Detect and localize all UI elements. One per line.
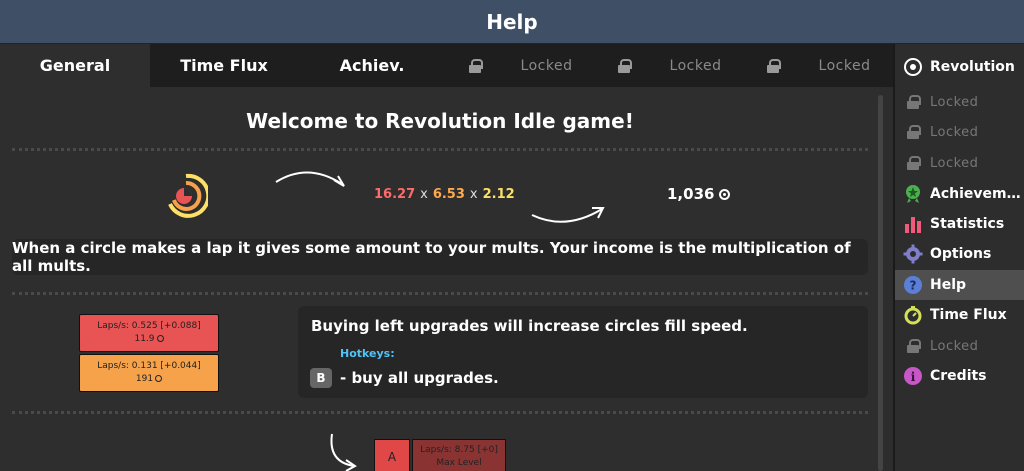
hotkey-description: - buy all upgrades. xyxy=(340,369,499,387)
upgrade-laps: Laps/s: 0.525 [+0.088] xyxy=(97,321,201,331)
sidebar-item-options[interactable]: Options xyxy=(895,239,1024,269)
help-content[interactable]: Welcome to Revolution Idle game! 16.27 x 6… xyxy=(0,87,880,471)
mult-red: 16.27 xyxy=(374,187,416,202)
lock-icon xyxy=(903,336,923,356)
tab-label: Achiev. xyxy=(339,56,405,75)
sidebar-item-help[interactable]: ? Help xyxy=(895,270,1024,300)
mult-separator: x xyxy=(469,187,478,202)
stopwatch-icon xyxy=(903,305,923,325)
revolution-icon xyxy=(719,188,731,200)
scrollbar[interactable] xyxy=(878,95,883,471)
mult-yellow: 2.12 xyxy=(482,187,515,202)
dotted-divider xyxy=(12,292,868,295)
total-income: 1,036 xyxy=(667,185,731,203)
lock-icon xyxy=(903,92,923,112)
sidebar-item-label: Revolution xyxy=(930,59,1015,75)
hotkey-b-key: B xyxy=(310,368,332,388)
tab-label: Time Flux xyxy=(180,56,268,75)
lock-icon xyxy=(903,122,923,142)
sidebar-item-label: Locked xyxy=(930,94,979,110)
gear-icon xyxy=(903,244,923,264)
sidebar-item-label: Options xyxy=(930,246,992,262)
upgrade-info-text: Buying left upgrades will increase circl… xyxy=(311,317,748,335)
sidebar-item-label: Statistics xyxy=(930,216,1005,232)
welcome-heading: Welcome to Revolution Idle game! xyxy=(246,109,634,133)
tab-general[interactable]: General xyxy=(0,44,150,87)
sidebar-item-label: Time Flux xyxy=(930,307,1007,323)
mult-orange: 6.53 xyxy=(432,187,465,202)
svg-text:?: ? xyxy=(910,279,917,293)
info-icon: i xyxy=(903,366,923,386)
arrow-icon xyxy=(275,171,345,187)
mults-row: 16.27 x 6.53 x 2.12 xyxy=(374,187,515,202)
sidebar-item-label: Achievem… xyxy=(930,186,1021,202)
help-icon: ? xyxy=(903,275,923,295)
statistics-icon xyxy=(903,214,923,234)
sidebar-item-achievements[interactable]: Achievem… xyxy=(895,179,1024,209)
upgrade-info-panel: Buying left upgrades will increase circl… xyxy=(298,306,868,398)
max-level-upgrade[interactable]: Laps/s: 8.75 [+0] Max Level xyxy=(412,439,506,471)
svg-text:i: i xyxy=(911,370,916,384)
sidebar-item-time-flux[interactable]: Time Flux xyxy=(895,300,1024,330)
lock-icon xyxy=(903,153,923,173)
hotkeys-label: Hotkeys: xyxy=(340,347,395,360)
upgrade-laps: Laps/s: 8.75 [+0] xyxy=(420,445,498,455)
tab-label: General xyxy=(39,56,111,75)
mult-separator: x xyxy=(420,187,428,202)
sidebar-item-statistics[interactable]: Statistics xyxy=(895,209,1024,239)
upgrade-cost: 11.9 xyxy=(134,334,155,344)
lock-icon xyxy=(468,58,483,73)
revolution-icon xyxy=(155,375,163,382)
dotted-divider xyxy=(12,411,868,414)
sidebar-item-locked[interactable]: Locked xyxy=(895,331,1024,361)
hotkey-a-key: A xyxy=(374,439,410,471)
total-value: 1,036 xyxy=(667,185,715,203)
tab-label: Locked xyxy=(818,57,871,74)
revolution-icon xyxy=(156,335,164,342)
explanation-text: When a circle makes a lap it gives some … xyxy=(12,239,868,275)
sidebar-item-locked[interactable]: Locked xyxy=(895,87,1024,117)
achievement-icon xyxy=(903,184,923,204)
tab-label: Locked xyxy=(669,57,722,74)
upgrade-cost: 191 xyxy=(135,374,154,384)
upgrade-button-orange[interactable]: Laps/s: 0.131 [+0.044] 191 xyxy=(79,354,219,392)
lock-icon xyxy=(617,58,632,73)
sidebar-item-label: Locked xyxy=(930,338,979,354)
tab-locked-1[interactable]: Locked xyxy=(446,44,595,87)
sidebar-item-locked[interactable]: Locked xyxy=(895,148,1024,178)
revolution-icon xyxy=(903,57,923,77)
sidebar-item-label: Help xyxy=(930,277,967,293)
sidebar-item-locked[interactable]: Locked xyxy=(895,117,1024,147)
help-tabs: General Time Flux Achiev. Locked Locked … xyxy=(0,44,893,87)
sidebar: Revolution Locked Locked Locked Achievem… xyxy=(893,44,1024,471)
dotted-divider xyxy=(12,148,868,151)
tab-achievements[interactable]: Achiev. xyxy=(298,44,446,87)
upgrade-status: Max Level xyxy=(436,458,482,468)
tab-label: Locked xyxy=(520,57,573,74)
title-bar: Help xyxy=(0,0,1024,44)
upgrade-laps: Laps/s: 0.131 [+0.044] xyxy=(97,361,201,371)
sidebar-item-label: Locked xyxy=(930,124,979,140)
sidebar-item-credits[interactable]: i Credits xyxy=(895,361,1024,391)
upgrade-button-red[interactable]: Laps/s: 0.525 [+0.088] 11.9 xyxy=(79,314,219,352)
tab-locked-2[interactable]: Locked xyxy=(595,44,744,87)
tab-time-flux[interactable]: Time Flux xyxy=(150,44,298,87)
arrow-icon xyxy=(330,433,357,471)
sidebar-item-label: Credits xyxy=(930,368,987,384)
arrow-icon xyxy=(531,207,605,223)
page-title: Help xyxy=(486,9,538,34)
revolution-circles-icon xyxy=(168,173,208,218)
tab-locked-3[interactable]: Locked xyxy=(744,44,893,87)
sidebar-item-revolution[interactable]: Revolution xyxy=(895,52,1024,82)
sidebar-item-label: Locked xyxy=(930,155,979,171)
lock-icon xyxy=(766,58,781,73)
